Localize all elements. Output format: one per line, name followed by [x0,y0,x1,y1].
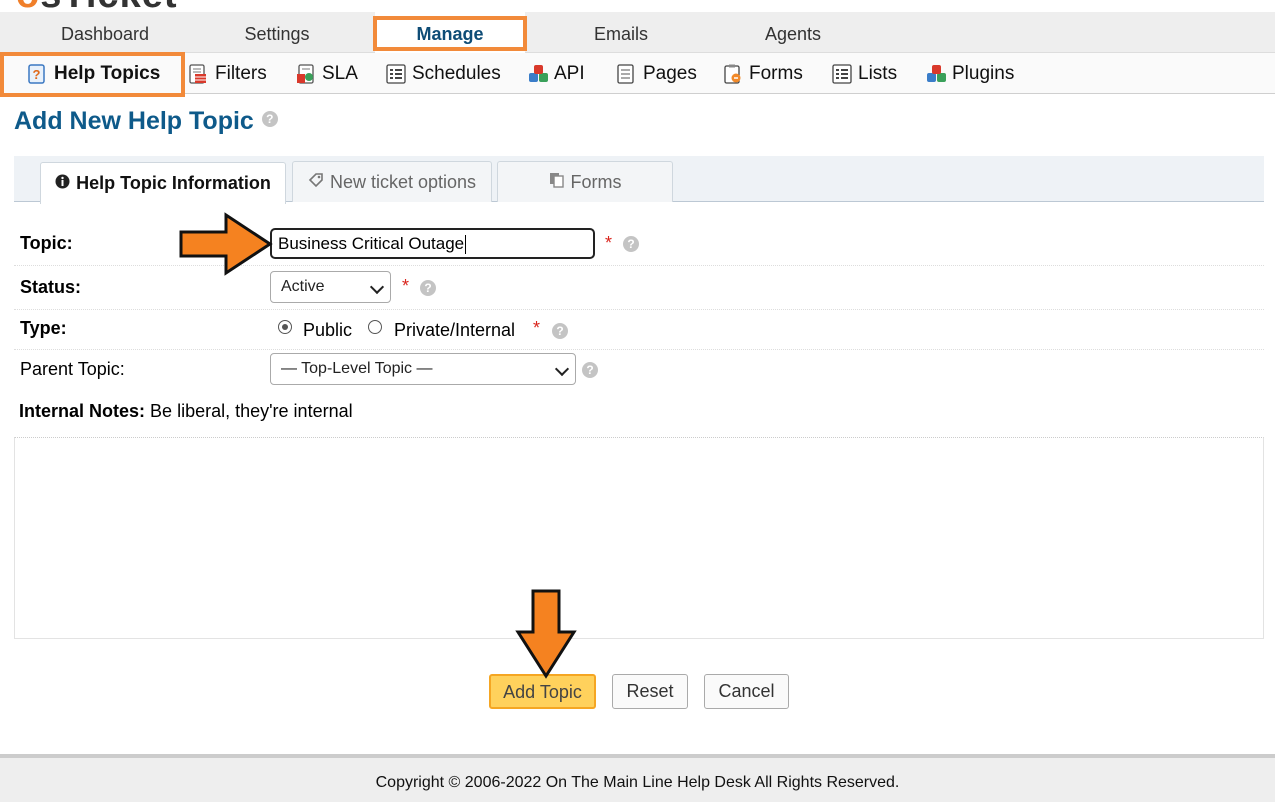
plugins-cubes-icon [926,64,946,84]
page-title: Add New Help Topic? [14,107,278,136]
subnav-schedules-label: Schedules [412,62,501,84]
text-caret [465,235,467,255]
arrow-right-annotation-icon [179,212,273,276]
page: osTicket Dashboard Settings Manage Email… [0,0,1275,802]
subnav-pages-label: Pages [643,62,697,84]
status-select[interactable]: Active [270,271,391,303]
topnav-settings[interactable]: Settings [192,12,362,53]
subnav-filters-label: Filters [215,62,267,84]
chevron-down-icon [369,279,385,295]
subnav-api-label: API [554,62,585,84]
copy-docs-icon [549,172,565,192]
cancel-button[interactable]: Cancel [704,674,789,709]
parent-topic-row: Parent Topic: [14,350,1264,392]
topic-label: Topic: [20,233,73,253]
tab-help-topic-information-label: Help Topic Information [76,173,271,193]
tab-forms[interactable]: Forms [497,161,673,202]
topic-input[interactable]: Business Critical Outage [270,228,595,259]
internal-notes-editor[interactable] [14,437,1264,639]
status-select-value: Active [281,278,325,295]
tab-help-topic-information[interactable]: Help Topic Information [40,162,286,204]
help-icon[interactable]: ? [261,111,278,128]
subnav-plugins-label: Plugins [952,62,1015,84]
top-navigation: Dashboard Settings Manage Emails Agents [0,12,1275,53]
type-required-mark: * [533,318,541,338]
internal-notes-label: Internal Notes: [19,401,146,421]
type-private-label[interactable]: Private/Internal [394,320,515,341]
footer-copyright: Copyright © 2006-2022 On The Main Line H… [375,774,900,791]
schedule-list-icon [386,63,406,84]
internal-notes-heading: Internal Notes: Be liberal, they're inte… [19,401,353,422]
subnav-plugins[interactable]: Plugins [926,53,1014,94]
tab-new-ticket-options[interactable]: New ticket options [292,161,492,202]
arrow-down-annotation-icon [515,589,577,679]
topic-help-icon[interactable]: ? [623,236,639,252]
internal-notes-hint: Be liberal, they're internal [150,401,353,421]
tab-new-ticket-options-label: New ticket options [329,171,477,192]
api-cubes-icon [528,64,548,84]
status-required-mark: * [402,276,410,296]
forms-icon [723,64,741,84]
parent-topic-help-icon[interactable]: ? [582,362,598,378]
type-help-icon[interactable]: ? [552,323,568,339]
filter-icon [189,63,207,84]
help-topic-icon: ? [28,63,46,84]
app-logo: osTicket [16,0,178,12]
subnav-sla[interactable]: SLA [296,53,358,94]
parent-topic-label: Parent Topic: [20,359,125,379]
type-public-radio[interactable] [278,320,292,334]
subnav-forms-label: Forms [749,62,803,84]
subnav-filters[interactable]: Filters [189,53,267,94]
type-row: Type: [14,310,1264,350]
topic-required-mark: * [605,233,613,253]
topnav-dashboard[interactable]: Dashboard [20,12,190,53]
logo-strip: osTicket [0,0,1275,12]
subnav-api[interactable]: API [528,53,585,94]
footer: Copyright © 2006-2022 On The Main Line H… [0,754,1275,802]
tab-bar: Help Topic Information New ticket option… [14,156,1264,204]
page-title-text: Add New Help Topic [14,107,254,135]
status-help-icon[interactable]: ? [420,280,436,296]
subnav-pages[interactable]: Pages [617,53,697,94]
subnav-sla-label: SLA [322,62,358,84]
sub-navigation: ? Help Topics Filters SLA Schedules API … [0,53,1275,94]
pages-icon [617,63,635,84]
topnav-manage[interactable]: Manage [375,12,525,53]
subnav-schedules[interactable]: Schedules [386,53,501,94]
svg-text:?: ? [33,67,41,82]
subnav-lists[interactable]: Lists [832,53,897,94]
subnav-help-topics[interactable]: ? Help Topics [28,53,160,94]
chevron-down-icon [554,361,570,377]
parent-topic-select[interactable]: — Top-Level Topic — [270,353,576,385]
topnav-emails[interactable]: Emails [536,12,706,53]
reset-button[interactable]: Reset [612,674,688,709]
type-private-radio[interactable] [368,320,382,334]
subnav-help-topics-label: Help Topics [54,62,161,84]
ticket-tag-icon [308,172,324,192]
subnav-forms[interactable]: Forms [723,53,803,94]
status-label: Status: [20,277,82,297]
topnav-agents[interactable]: Agents [708,12,878,53]
subnav-lists-label: Lists [858,62,898,84]
sla-icon [296,63,314,84]
type-label: Type: [20,318,67,338]
topic-input-value: Business Critical Outage [278,234,465,253]
lists-icon [832,63,852,84]
parent-topic-select-value: — Top-Level Topic — [281,360,433,377]
type-public-label[interactable]: Public [303,320,352,341]
info-circle-icon [55,174,70,193]
tab-forms-label: Forms [570,171,622,192]
